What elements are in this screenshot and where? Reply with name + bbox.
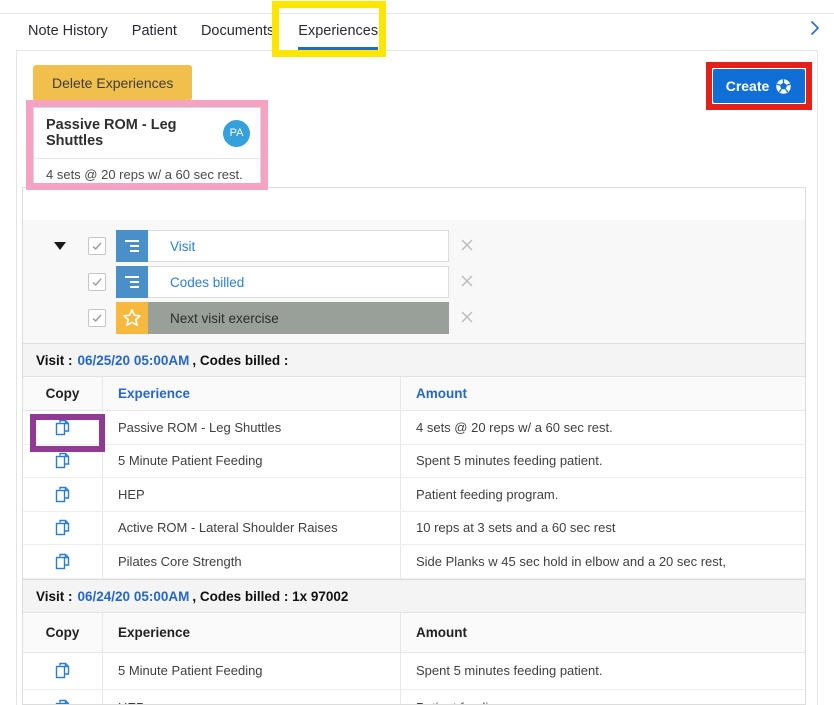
- grid-toolbar: [23, 188, 805, 220]
- column-header-copy: Copy: [23, 377, 103, 410]
- amount-cell: 4 sets @ 20 reps w/ a 60 sec rest.: [416, 419, 613, 435]
- visit-group-header: Visit : 06/25/20 05:00AM, Codes billed :: [23, 343, 805, 377]
- create-button[interactable]: Create: [713, 69, 805, 103]
- group-header-suffix: , Codes billed :: [192, 353, 289, 368]
- experience-card-title: Passive ROM - Leg Shuttles: [46, 117, 177, 149]
- next-visit-exercise-checkbox[interactable]: [88, 309, 106, 327]
- copy-icon[interactable]: [53, 485, 72, 504]
- tab-experiences[interactable]: Experiences: [298, 13, 379, 50]
- experience-card-subtitle: 4 sets @ 20 reps w/ a 60 sec rest.: [34, 158, 260, 190]
- copy-icon[interactable]: [53, 451, 72, 470]
- filter-row-codes-billed: Codes billed: [23, 266, 805, 298]
- visit-date-link[interactable]: 06/24/20 05:00AM: [78, 589, 190, 604]
- experience-cell: HEP: [103, 689, 401, 704]
- column-header-experience[interactable]: Experience: [103, 612, 401, 652]
- filter-item-label: Codes billed: [148, 266, 449, 298]
- group-header-suffix: , Codes billed : 1x 97002: [192, 588, 349, 604]
- table-row[interactable]: Active ROM - Lateral Shoulder Raises 10 …: [23, 511, 805, 545]
- table-row[interactable]: Passive ROM - Leg Shuttles 4 sets @ 20 r…: [23, 411, 805, 445]
- create-button-label: Create: [725, 78, 770, 94]
- remove-filter-icon[interactable]: [459, 237, 477, 255]
- experience-card[interactable]: Passive ROM - Leg Shuttles PA 4 sets @ 2…: [33, 107, 261, 191]
- filter-item-label: Next visit exercise: [148, 302, 449, 334]
- tab-bar: Note History Patient Documents Experienc…: [28, 13, 379, 50]
- table-header-row: Copy Experience Amount: [23, 612, 805, 653]
- amount-cell: Spent 5 minutes feeding patient.: [416, 663, 603, 678]
- filter-area: Visit Codes billed Next visit exercise: [23, 220, 805, 343]
- experience-cell: Pilates Core Strength: [103, 545, 401, 578]
- copy-icon[interactable]: [53, 552, 72, 571]
- experience-cell: 5 Minute Patient Feeding: [103, 652, 401, 689]
- chevron-right-icon[interactable]: [806, 19, 824, 37]
- column-header-experience[interactable]: Experience: [103, 377, 401, 410]
- experience-cell: HEP: [103, 478, 401, 511]
- table-header-row: Copy Experience Amount: [23, 377, 805, 411]
- codes-billed-checkbox[interactable]: [88, 273, 106, 291]
- group-header-prefix: Visit :: [36, 353, 73, 368]
- amount-cell: Spent 5 minutes feeding patient.: [416, 453, 603, 469]
- experience-card-header: Passive ROM - Leg Shuttles PA: [34, 108, 260, 158]
- filter-item-visit[interactable]: Visit: [116, 230, 449, 262]
- copy-icon[interactable]: [53, 698, 72, 704]
- column-header-amount[interactable]: Amount: [401, 377, 805, 410]
- experience-cell: Passive ROM - Leg Shuttles: [103, 411, 401, 444]
- amount-cell: Patient feeding program.: [416, 486, 559, 502]
- tab-documents[interactable]: Documents: [201, 13, 274, 50]
- copy-icon[interactable]: [53, 661, 72, 680]
- filter-item-next-visit-exercise[interactable]: Next visit exercise: [116, 302, 449, 334]
- copy-icon[interactable]: [53, 418, 72, 437]
- visit-group-header: Visit : 06/24/20 05:00AM, Codes billed : …: [23, 578, 805, 613]
- table-row[interactable]: 5 Minute Patient Feeding Spent 5 minutes…: [23, 652, 805, 690]
- avatar: PA: [223, 119, 250, 147]
- tab-note-history[interactable]: Note History: [28, 13, 108, 50]
- delete-experiences-button[interactable]: Delete Experiences: [33, 65, 193, 101]
- visit-date-link[interactable]: 06/25/20 05:00AM: [78, 353, 190, 368]
- table-row[interactable]: HEP Patient feeding program.: [23, 478, 805, 512]
- amount-cell: 10 reps at 3 sets and a 60 sec rest: [416, 520, 616, 536]
- group-header-prefix: Visit :: [36, 588, 73, 604]
- experiences-grid: Visit Codes billed Next visit exercise V…: [22, 187, 806, 705]
- star-icon: [116, 302, 148, 334]
- experience-cell: Active ROM - Lateral Shoulder Raises: [103, 511, 401, 544]
- copy-icon[interactable]: [53, 518, 72, 537]
- experience-cell: 5 Minute Patient Feeding: [103, 444, 401, 477]
- experiences-page: Note History Patient Documents Experienc…: [0, 0, 834, 705]
- list-icon: [116, 266, 148, 298]
- visit-checkbox[interactable]: [88, 237, 106, 255]
- filter-row-next-visit-exercise: Next visit exercise: [23, 302, 805, 334]
- column-header-amount[interactable]: Amount: [401, 613, 805, 652]
- tab-patient[interactable]: Patient: [132, 13, 177, 50]
- filter-row-visit: Visit: [23, 230, 805, 262]
- table-row[interactable]: 5 Minute Patient Feeding Spent 5 minutes…: [23, 444, 805, 478]
- soccer-ball-icon: [775, 78, 792, 95]
- remove-filter-icon[interactable]: [459, 273, 477, 291]
- table-row[interactable]: HEP Patient feeding program.: [23, 689, 805, 704]
- table-row[interactable]: Pilates Core Strength Side Planks w 45 s…: [23, 545, 805, 579]
- list-icon: [116, 230, 148, 262]
- amount-cell: Patient feeding program.: [401, 690, 805, 704]
- caret-down-icon[interactable]: [54, 242, 66, 250]
- filter-item-label: Visit: [148, 230, 449, 262]
- column-header-copy: Copy: [23, 612, 103, 652]
- filter-item-codes-billed[interactable]: Codes billed: [116, 266, 449, 298]
- amount-cell: Side Planks w 45 sec hold in elbow and a…: [416, 553, 727, 569]
- remove-filter-icon[interactable]: [459, 309, 477, 327]
